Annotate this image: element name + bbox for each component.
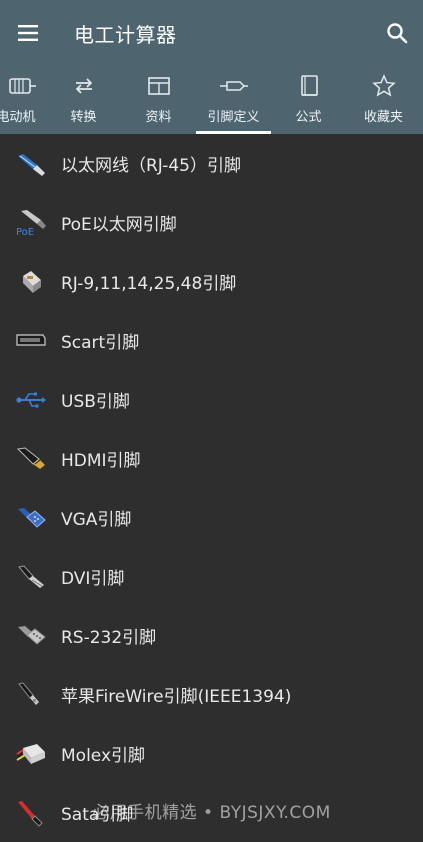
list-item-firewire[interactable]: 苹果FireWire引脚(IEEE1394)	[0, 665, 423, 724]
table-icon	[147, 77, 170, 95]
book-icon	[300, 75, 318, 96]
scart-icon	[16, 333, 46, 346]
molex-icon	[16, 743, 45, 764]
search-icon	[387, 23, 408, 44]
list-item-rj[interactable]: RJ-9,11,14,25,48引脚	[0, 252, 423, 311]
item-label: Scart引脚	[61, 333, 140, 353]
watermark: 必用手机精选 • BYJSJXY.COM	[92, 803, 331, 823]
app-bar: 电工计算器	[0, 0, 423, 66]
tab-motor[interactable]: 电动机	[0, 66, 46, 134]
item-label: Molex引脚	[61, 746, 146, 766]
item-label: 以太网线（RJ-45）引脚	[61, 156, 241, 176]
item-label: USB引脚	[61, 392, 130, 412]
dvi-icon	[18, 564, 44, 588]
hamburger-menu-icon	[18, 25, 38, 41]
item-label: RJ-9,11,14,25,48引脚	[61, 274, 237, 294]
svg-text:PoE: PoE	[16, 227, 34, 237]
tab-pinout[interactable]: 引脚定义	[196, 66, 271, 134]
tab-formula[interactable]: 公式	[271, 66, 346, 134]
app-title: 电工计算器	[74, 22, 177, 47]
item-label: VGA引脚	[61, 510, 132, 530]
list-item-poe[interactable]: PoE PoE以太网引脚	[0, 193, 423, 252]
tab-label: 引脚定义	[207, 110, 260, 125]
search-button[interactable]	[371, 0, 423, 66]
usb-icon	[16, 392, 46, 408]
tab-bar: 电动机 转换 资料 引脚定义 公式 收藏夹	[0, 66, 423, 134]
list-item-hdmi[interactable]: HDMI引脚	[0, 429, 423, 488]
list-item-rs232[interactable]: RS-232引脚	[0, 606, 423, 665]
item-label: RS-232引脚	[61, 628, 157, 648]
ethernet-cable-icon	[18, 153, 45, 176]
motor-icon	[9, 78, 36, 94]
list-item-usb[interactable]: USB引脚	[0, 370, 423, 429]
firewire-icon	[18, 681, 39, 705]
item-label: DVI引脚	[61, 569, 125, 589]
convert-icon	[75, 78, 92, 94]
item-label: PoE以太网引脚	[61, 215, 177, 235]
menu-button[interactable]	[0, 0, 56, 66]
tab-label: 公式	[295, 110, 322, 125]
connector-icon	[219, 81, 248, 91]
vga-icon	[18, 507, 46, 528]
list-item-ethernet[interactable]: 以太网线（RJ-45）引脚	[0, 134, 423, 193]
item-label: 苹果FireWire引脚(IEEE1394)	[61, 687, 292, 707]
tab-convert[interactable]: 转换	[46, 66, 121, 134]
tab-label: 收藏夹	[363, 110, 403, 125]
list-item-dvi[interactable]: DVI引脚	[0, 547, 423, 606]
star-icon	[371, 74, 396, 97]
poe-icon: PoE	[16, 209, 46, 237]
pinout-list: 以太网线（RJ-45）引脚 PoE PoE以太网引脚 RJ-9,11,14,25…	[0, 134, 423, 842]
item-label: HDMI引脚	[61, 451, 141, 471]
tab-data[interactable]: 资料	[121, 66, 196, 134]
list-item-vga[interactable]: VGA引脚	[0, 488, 423, 547]
tab-label: 转换	[70, 110, 97, 125]
tab-favorites[interactable]: 收藏夹	[346, 66, 421, 134]
list-item-scart[interactable]: Scart引脚	[0, 311, 423, 370]
tab-label: 资料	[145, 110, 172, 125]
tab-label: 电动机	[0, 110, 36, 125]
rs232-icon	[18, 625, 46, 645]
rj-connector-icon	[23, 270, 41, 293]
hdmi-icon	[16, 446, 45, 469]
list-item-molex[interactable]: Molex引脚	[0, 724, 423, 783]
